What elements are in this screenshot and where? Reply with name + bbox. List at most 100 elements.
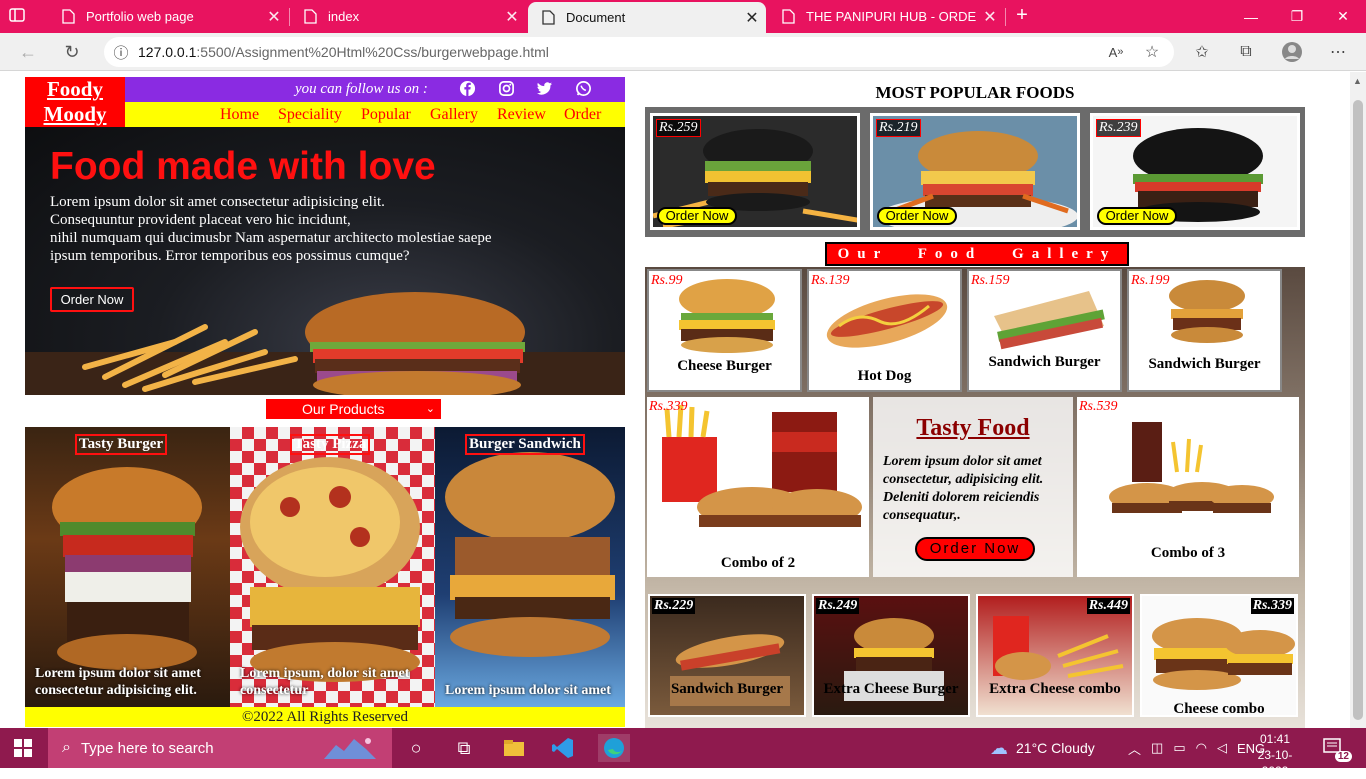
collections-icon[interactable]: ⧉ <box>1234 40 1258 64</box>
site-info-icon[interactable]: ⓘ <box>104 42 138 63</box>
tasty-order-button[interactable]: Order Now <box>915 537 1035 561</box>
popular-card[interactable]: Rs.259 Order Now <box>650 113 860 230</box>
order-now-button[interactable]: Order Now <box>1097 207 1177 225</box>
meet-now-icon[interactable]: ◫ <box>1151 740 1163 756</box>
nav-gallery[interactable]: Gallery <box>430 106 478 124</box>
page-scrollbar[interactable]: ▲ <box>1350 72 1366 728</box>
card-title: Tasty Pizza <box>290 434 371 455</box>
gallery-item-bottom[interactable]: Rs.229 Sandwich Burger <box>648 594 806 717</box>
close-tab-icon[interactable]: ✕ <box>976 7 1004 27</box>
task-view-icon[interactable]: ⧉ <box>450 734 478 762</box>
refresh-icon[interactable]: ↻ <box>60 40 84 64</box>
favorites-icon[interactable]: ✩ <box>1190 40 1214 64</box>
gallery-item[interactable]: Rs.139 Hot Dog <box>807 269 962 392</box>
chevron-up-icon[interactable]: ︿ <box>1128 739 1141 758</box>
restore-button[interactable]: ❐ <box>1274 0 1320 33</box>
nav-order[interactable]: Order <box>564 106 601 124</box>
logo-line2: Moody <box>43 102 107 126</box>
profile-avatar[interactable] <box>1280 40 1304 64</box>
gallery-item-combo2[interactable]: Rs.339 Combo of 2 <box>647 397 869 577</box>
chevron-down-icon: ⌄ <box>425 403 435 415</box>
edge-icon[interactable] <box>598 734 630 762</box>
tasty-text: Lorem ipsum dolor sit amet consectetur, … <box>883 454 1044 523</box>
scrollbar-thumb[interactable] <box>1353 100 1363 720</box>
cortana-icon[interactable]: ○ <box>402 734 430 762</box>
price-tag: Rs.259 <box>656 119 701 137</box>
order-now-button[interactable]: Order Now <box>657 207 737 225</box>
more-menu-icon[interactable]: ⋯ <box>1326 40 1350 64</box>
tab-index[interactable]: index ✕ <box>290 0 526 33</box>
tab-actions-icon[interactable] <box>8 6 28 26</box>
instagram-icon[interactable] <box>498 80 516 98</box>
weather-text: 21°C Cloudy <box>1016 740 1095 756</box>
weather-widget[interactable]: ☁ 21°C Cloudy <box>990 728 1095 768</box>
gallery-item-bottom[interactable]: Rs.249 Extra Cheese Burger <box>812 594 970 717</box>
combo-2-image <box>662 404 862 527</box>
close-tab-icon[interactable]: ✕ <box>498 7 526 27</box>
add-favorite-icon[interactable]: ☆ <box>1140 40 1164 64</box>
nav-popular[interactable]: Popular <box>361 106 411 124</box>
tab-portfolio[interactable]: Portfolio web page ✕ <box>48 0 288 33</box>
gallery-item-combo3[interactable]: Rs.539 Combo of 3 <box>1077 397 1299 577</box>
address-bar[interactable]: ⓘ 127.0.0.1:5500/Assignment%20Html%20Css… <box>104 37 1174 67</box>
gallery-price: Rs.539 <box>1079 399 1118 414</box>
card-title: Tasty Burger <box>75 434 168 455</box>
close-tab-icon[interactable]: ✕ <box>738 8 766 28</box>
close-window-button[interactable]: ✕ <box>1320 0 1366 33</box>
popular-card[interactable]: Rs.239 Order Now <box>1090 113 1300 230</box>
social-strip: you can follow us on : <box>125 77 625 102</box>
nav-review[interactable]: Review <box>497 106 546 124</box>
wifi-icon[interactable]: ◠ <box>1196 740 1207 756</box>
page-icon <box>780 9 796 25</box>
browser-tab-bar: Portfolio web page ✕ index ✕ Document ✕ … <box>0 0 1366 33</box>
volume-icon[interactable]: ◁ <box>1217 740 1227 756</box>
whatsapp-icon[interactable] <box>575 80 593 98</box>
minimize-button[interactable]: — <box>1228 0 1274 33</box>
gallery-item[interactable]: Rs.99 Cheese Burger <box>647 269 802 392</box>
product-card[interactable]: Tasty Pizza Lorem ipsum, dolor sit amet … <box>230 427 435 707</box>
tab-label: THE PANIPURI HUB - ORDER NO <box>806 9 976 24</box>
gallery-item-bottom[interactable]: Rs.449 Extra Cheese combo <box>976 594 1134 717</box>
product-card[interactable]: Tasty Burger Lorem ipsum dolor sit amet … <box>25 427 230 707</box>
card-desc: Lorem ipsum dolor sit amet consectetur a… <box>35 666 201 698</box>
hero-order-button[interactable]: Order Now <box>50 287 134 312</box>
back-icon[interactable]: ← <box>16 40 40 64</box>
vscode-icon[interactable] <box>549 734 577 762</box>
clock[interactable]: 01:41 23-10-2022 <box>1250 731 1300 779</box>
scroll-up-icon[interactable]: ▲ <box>1353 76 1362 86</box>
logo-line1: Foody <box>46 77 103 101</box>
file-explorer-icon[interactable] <box>500 734 528 762</box>
battery-icon[interactable]: ▭ <box>1173 740 1185 756</box>
tab-panipuri[interactable]: THE PANIPURI HUB - ORDER NO ✕ <box>768 0 1004 33</box>
popular-card[interactable]: Rs.219 Order Now <box>870 113 1080 230</box>
food-gallery: Rs.99 Cheese Burger Rs.139 Hot Dog Rs.15… <box>645 267 1305 728</box>
gallery-name: Sandwich Burger <box>1148 356 1261 372</box>
products-select[interactable]: Our Products ⌄ <box>266 399 441 419</box>
product-card[interactable]: Burger Sandwich Lorem ipsum dolor sit am… <box>435 427 625 707</box>
gallery-item[interactable]: Rs.159 Sandwich Burger <box>967 269 1122 392</box>
site-logo[interactable]: Foody Moody <box>25 77 125 127</box>
gallery-title: Our Food Gallery <box>825 242 1129 266</box>
popular-foods-strip: Rs.259 Order Now Rs.219 Order Now Rs.239… <box>645 107 1305 237</box>
search-highlight-icon[interactable] <box>320 734 380 762</box>
gallery-name: Sandwich Burger <box>988 354 1101 370</box>
tab-document[interactable]: Document ✕ <box>528 2 766 33</box>
read-aloud-icon[interactable]: A» <box>1104 40 1128 64</box>
nav-speciality[interactable]: Speciality <box>278 106 342 124</box>
windows-start-icon[interactable] <box>14 739 32 757</box>
card-title: Burger Sandwich <box>465 434 585 455</box>
facebook-icon[interactable] <box>459 80 477 98</box>
gallery-item[interactable]: Rs.199 Sandwich Burger <box>1127 269 1282 392</box>
follow-text: you can follow us on : <box>295 81 428 97</box>
hero-title: Food made with love <box>50 145 436 188</box>
close-tab-icon[interactable]: ✕ <box>260 7 288 27</box>
notifications-icon[interactable]: 12 <box>1322 736 1352 762</box>
gallery-item-bottom[interactable]: Rs.339 Cheese combo <box>1140 594 1298 717</box>
products-select-value: Our Products <box>302 401 385 417</box>
nav-home[interactable]: Home <box>220 106 259 124</box>
food-image <box>993 616 1124 680</box>
order-now-button[interactable]: Order Now <box>877 207 957 225</box>
twitter-icon[interactable] <box>536 80 554 98</box>
new-tab-button[interactable]: + <box>1008 4 1036 28</box>
gallery-price: Rs.339 <box>1250 598 1294 614</box>
